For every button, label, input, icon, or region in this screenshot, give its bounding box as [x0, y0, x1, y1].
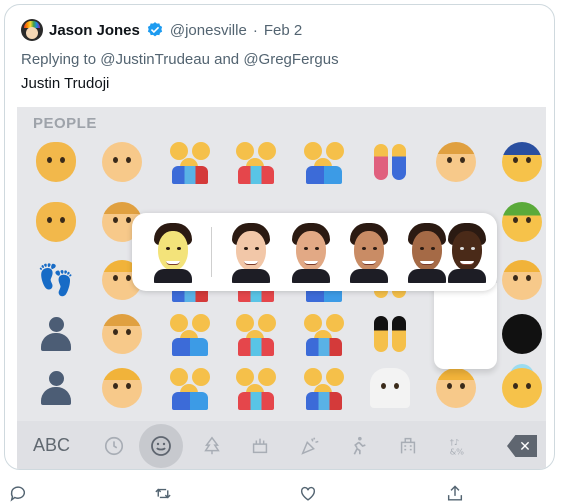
- skin-tone-light-variant[interactable]: [228, 221, 274, 283]
- bride-emoji: [367, 365, 413, 411]
- popup-divider: [211, 227, 212, 277]
- replying-to: Replying to @JustinTrudeau and @GregFerg…: [21, 51, 339, 68]
- tweet-actions: [0, 480, 577, 503]
- reply-user-link[interactable]: @GregFergus: [243, 51, 338, 68]
- skin-tone-popup-tail: [434, 283, 497, 369]
- family-emoji: [167, 365, 213, 411]
- emoji-keyboard-bar: ABC †♪ &% ✕: [17, 421, 546, 469]
- skin-tone-medium-light-variant[interactable]: [288, 221, 334, 283]
- emoji-section-label: PEOPLE: [33, 115, 97, 132]
- reply-icon[interactable]: [7, 484, 29, 503]
- retweet-icon[interactable]: [152, 484, 174, 503]
- family-emoji: [233, 139, 279, 185]
- skin-tone-yellow-variant[interactable]: [150, 221, 196, 283]
- food-icon[interactable]: [247, 433, 273, 459]
- tweet-date[interactable]: Feb 2: [264, 22, 302, 39]
- dancers-emoji: [367, 311, 413, 357]
- police-officer-emoji: [499, 139, 545, 185]
- family-emoji: [301, 139, 347, 185]
- family-emoji: [233, 365, 279, 411]
- baby-emoji: [99, 139, 145, 185]
- symbols-icon[interactable]: †♪ &%: [445, 433, 471, 459]
- woman-emoji: [99, 365, 145, 411]
- tweet-header: Jason Jones @jonesville · Feb 2: [21, 19, 302, 41]
- share-icon[interactable]: [444, 484, 466, 503]
- building-icon[interactable]: [395, 433, 421, 459]
- tweet-text: Justin Trudoji: [21, 75, 110, 92]
- reply-user-link[interactable]: @JustinTrudeau: [100, 51, 210, 68]
- skin-tone-dark-variant[interactable]: [444, 221, 490, 283]
- smiley-icon: [148, 433, 174, 459]
- family-emoji: [167, 139, 213, 185]
- verified-badge-icon: [147, 22, 162, 37]
- footprints-emoji: 👣: [37, 262, 75, 298]
- bust-silhouette-emoji: [33, 311, 79, 357]
- scream-cat-emoji: [33, 199, 79, 245]
- skin-tone-medium-variant[interactable]: [346, 221, 392, 283]
- clock-icon[interactable]: [101, 433, 127, 459]
- busts-silhouette-emoji: [33, 365, 79, 411]
- like-icon[interactable]: [297, 484, 319, 503]
- angel-emoji: [499, 365, 545, 411]
- family-emoji: [301, 311, 347, 357]
- skin-tone-popup: [132, 213, 497, 291]
- woman-emoji: [433, 365, 479, 411]
- crying-cat-emoji: [33, 139, 79, 185]
- author-name[interactable]: Jason Jones: [49, 22, 140, 39]
- man-emoji: [99, 311, 145, 357]
- man-emoji: [433, 139, 479, 185]
- replying-prefix: Replying to: [21, 51, 97, 68]
- abc-key[interactable]: ABC: [33, 435, 70, 456]
- family-emoji: [301, 365, 347, 411]
- tree-icon[interactable]: [199, 433, 225, 459]
- guardsman-emoji: [499, 311, 545, 357]
- construction-worker-emoji: [499, 199, 545, 245]
- author-handle[interactable]: @jonesville: [170, 22, 247, 39]
- replying-and: and: [214, 51, 240, 68]
- princess-emoji: [499, 257, 545, 303]
- running-person-icon[interactable]: [345, 433, 371, 459]
- celebration-icon[interactable]: [297, 433, 323, 459]
- tweet-card[interactable]: Jason Jones @jonesville · Feb 2 Replying…: [4, 4, 555, 470]
- family-emoji: [233, 311, 279, 357]
- family-emoji: [167, 311, 213, 357]
- tweet-image[interactable]: PEOPLE 👣 ABC †♪ &% ✕: [17, 107, 546, 469]
- avatar[interactable]: [21, 19, 43, 41]
- header-separator: ·: [252, 21, 258, 39]
- delete-key-icon[interactable]: ✕: [507, 435, 537, 457]
- svg-text:&%: &%: [450, 446, 464, 456]
- couple-emoji: [367, 139, 413, 185]
